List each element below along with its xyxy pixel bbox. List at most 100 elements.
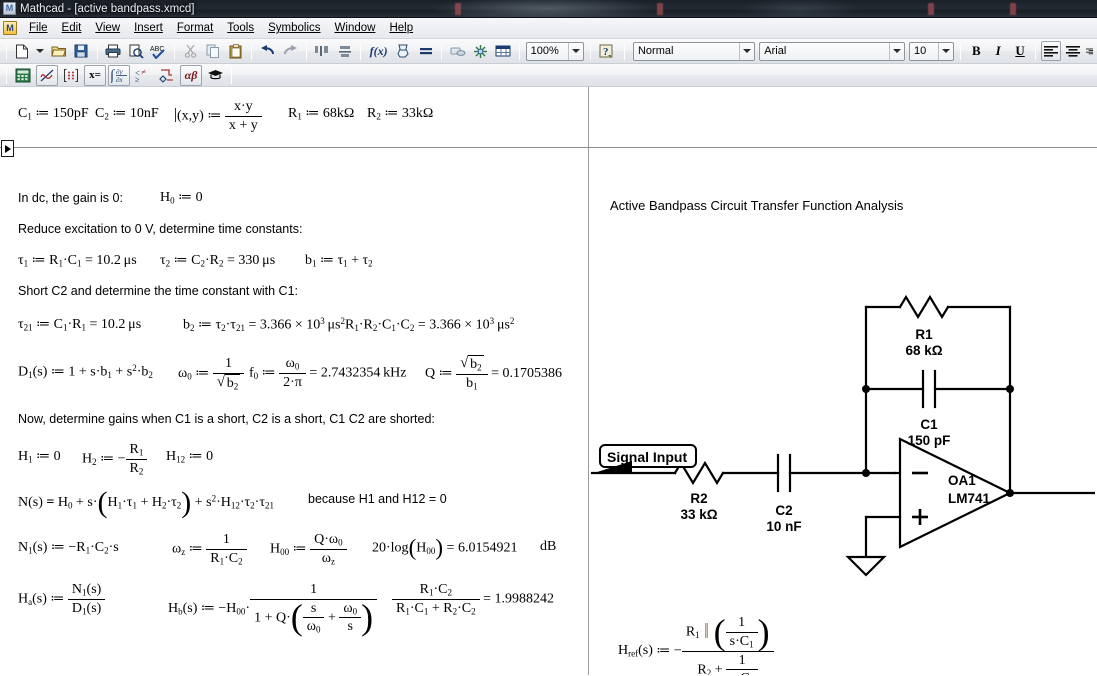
bold-button[interactable]: B <box>966 41 986 61</box>
menu-item-window[interactable]: Window <box>328 20 383 36</box>
underline-button[interactable]: U <box>1010 41 1030 61</box>
new-document-icon[interactable] <box>12 41 33 62</box>
paste-icon[interactable] <box>226 41 247 62</box>
matrix-toolbar-icon[interactable] <box>60 65 82 86</box>
omega0-fraction: 1 b2 <box>212 355 245 393</box>
graph-toolbar-icon[interactable] <box>36 64 58 86</box>
definition-c1[interactable]: C1 ≔ 150pF <box>18 105 89 122</box>
menu-item-symbolics[interactable]: Symbolics <box>261 20 327 36</box>
menu-item-view[interactable]: View <box>88 20 127 36</box>
toolbar-grip[interactable] <box>6 42 7 60</box>
equation-tau1[interactable]: τ1 ≔ R1·C1 = 10.2 μs <box>18 252 137 269</box>
equation-tau2[interactable]: τ2 ≔ C2·R2 = 330 μs <box>160 252 275 269</box>
insert-function-icon[interactable]: f(x) <box>366 41 391 62</box>
save-icon[interactable] <box>71 41 92 62</box>
zoom-combo[interactable]: 100% <box>525 41 585 61</box>
evaluation-toolbar-icon[interactable]: x= <box>84 64 106 86</box>
insert-unit-icon[interactable] <box>393 41 414 62</box>
font-combo[interactable]: Arial <box>759 41 906 61</box>
equation-f0[interactable]: f0 ≔ ω0 2·π = 2.7432354 kHz <box>249 355 406 392</box>
mathcad-document-icon[interactable]: M <box>3 21 17 35</box>
menu-item-format[interactable]: Format <box>170 20 220 36</box>
equation-href[interactable]: Href(s) ≔ − R1 (1s·C1) R2 + 1s·C2 <box>618 614 774 675</box>
equation-tau21[interactable]: τ21 ≔ C1·R1 = 10.2 μs <box>18 316 141 333</box>
equation-h1[interactable]: H1 ≔ 0 <box>18 448 61 465</box>
undo-icon[interactable] <box>257 41 278 62</box>
equation-d1[interactable]: D1(s) ≔ 1 + s·b1 + s2·b2 <box>18 363 153 381</box>
menu-item-help[interactable]: Help <box>382 20 420 36</box>
definition-c2[interactable]: C2 ≔ 10nF <box>95 105 159 122</box>
titlebar-bg-artifact <box>657 3 663 15</box>
font-size-combo[interactable]: 10 <box>909 41 955 61</box>
equation-omega-z[interactable]: ωz ≔ 1 R1·C2 <box>172 531 247 568</box>
active-bandpass-circuit-schematic[interactable]: Signal Input R1 68 kΩ C1 150 pF R2 33 kΩ… <box>590 277 1097 582</box>
equation-h2[interactable]: H2 ≔ − R1 R2 <box>82 441 148 478</box>
svg-text:≠: ≠ <box>141 68 146 77</box>
greek-toolbar-icon[interactable]: αβ <box>180 64 202 86</box>
equation-n1s[interactable]: N1(s) ≔ −R1·C2·s <box>18 539 119 556</box>
math-toolbar-grip[interactable] <box>6 66 7 84</box>
definition-parallel-function[interactable]: (x,y) ≔ x·y x + y <box>175 98 262 135</box>
style-combo[interactable]: Normal <box>632 41 756 61</box>
align-left-icon[interactable] <box>1040 41 1061 61</box>
calculator-toolbar-icon[interactable] <box>12 65 34 86</box>
print-preview-icon[interactable] <box>125 41 146 62</box>
style-dropdown-arrow-icon[interactable] <box>739 42 754 60</box>
help-question-icon[interactable]: ? <box>596 41 617 62</box>
equation-hb[interactable]: Hb(s) ≔ −H00· 1 1 + Q·(s ω0 + ω0 s) <box>168 581 378 636</box>
text-dc-gain: In dc, the gain is 0: <box>18 191 123 205</box>
open-folder-icon[interactable] <box>48 41 69 62</box>
c1-value: 150pF <box>52 106 89 121</box>
align-right-icon[interactable] <box>1085 41 1095 61</box>
equation-b2[interactable]: b2 ≔ τ2·τ21 = 3.366 × 103 μs2 <box>183 316 345 334</box>
equation-ratio[interactable]: R1·C2 R1·C1 + R2·C2 = 1.9988242 <box>392 581 554 618</box>
equation-b1[interactable]: b1 ≔ τ1 + τ2 <box>305 252 373 269</box>
equation-ns[interactable]: N(s) = H0 + s·(H1·τ1 + H2·τ2) + s2·H12·τ… <box>18 487 274 518</box>
equation-db[interactable]: 20·log(H00) = 6.0154921 <box>372 536 517 559</box>
menu-item-file[interactable]: File <box>22 20 55 36</box>
menu-item-edit[interactable]: Edit <box>55 20 89 36</box>
equation-h12[interactable]: H12 ≔ 0 <box>166 448 213 465</box>
align-center-icon[interactable] <box>1063 41 1083 61</box>
equation-ha[interactable]: Ha(s) ≔ N1(s) D1(s) <box>18 581 106 618</box>
href-assign-op: ≔ <box>656 643 671 659</box>
equation-h00[interactable]: H00 ≔ Q·ω0 ωz <box>270 531 347 568</box>
new-dropdown-icon[interactable] <box>35 41 46 62</box>
menu-item-tools[interactable]: Tools <box>220 20 261 36</box>
symbolic-toolbar-icon[interactable] <box>204 65 226 86</box>
spell-check-icon[interactable]: ABC <box>148 41 169 62</box>
print-icon[interactable] <box>103 41 124 62</box>
cut-icon[interactable] <box>180 41 201 62</box>
insert-hyperlink-icon[interactable] <box>447 41 468 62</box>
redo-icon[interactable] <box>280 41 301 62</box>
italic-button[interactable]: I <box>988 41 1008 61</box>
font-dropdown-arrow-icon[interactable] <box>889 42 904 60</box>
equation-r1r2c1c2[interactable]: R1·R2·C1·C2 = 3.366 × 103 μs2 <box>345 316 514 334</box>
copy-icon[interactable] <box>203 41 224 62</box>
font-size-dropdown-arrow-icon[interactable] <box>938 42 953 60</box>
programming-toolbar-icon[interactable] <box>156 65 178 86</box>
text-short-c2: Short C2 and determine the time constant… <box>18 284 299 298</box>
definition-r1[interactable]: R1 ≔ 68kΩ <box>288 105 354 122</box>
toolbar-grip[interactable] <box>623 42 625 60</box>
boolean-toolbar-icon[interactable]: < ≠ ≥ <box>132 65 154 86</box>
insert-spreadsheet-icon[interactable] <box>493 41 514 62</box>
mathcad-app-icon[interactable]: M <box>3 2 16 15</box>
menu-label-tools: Tools <box>227 22 255 34</box>
equation-q[interactable]: Q ≔ b2 b1 = 0.1705386 <box>425 354 562 393</box>
definition-r2[interactable]: R2 ≔ 33kΩ <box>367 105 433 122</box>
equation-omega0[interactable]: ω0 ≔ 1 b2 <box>178 355 245 393</box>
calculate-icon[interactable] <box>416 41 437 62</box>
insert-component-icon[interactable] <box>470 41 491 62</box>
signal-input-flag: Signal Input <box>594 444 697 473</box>
menu-item-insert[interactable]: Insert <box>127 20 170 36</box>
hb-inner1-num: s <box>302 600 325 619</box>
align-across-icon[interactable] <box>312 41 333 62</box>
toolbar-separator <box>305 42 307 60</box>
align-down-icon[interactable] <box>335 41 356 62</box>
equation-h0[interactable]: H0 ≔ 0 <box>160 189 203 206</box>
calculus-toolbar-icon[interactable]: ∫ ∂y ∂x <box>108 64 130 86</box>
collapsed-region-marker[interactable] <box>1 140 14 157</box>
zoom-dropdown-arrow-icon[interactable] <box>568 42 583 60</box>
worksheet-canvas[interactable]: C1 ≔ 150pF C2 ≔ 10nF (x,y) ≔ x·y x + y R… <box>0 87 1097 675</box>
